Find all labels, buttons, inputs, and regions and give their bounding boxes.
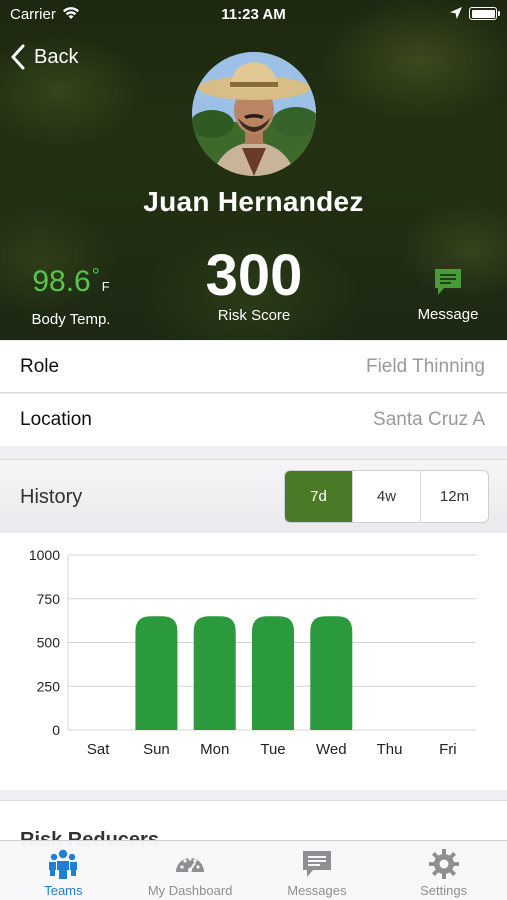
role-row: Role Field Thinning <box>0 341 507 393</box>
x-tick-label: Tue <box>260 741 285 758</box>
history-chart-card: 0 250 500 750 1000 Sat Sun Mon Tue Wed Thu Fri <box>0 533 507 790</box>
y-tick-label: 0 <box>52 722 60 738</box>
tab-label-my-dashboard: My Dashboard <box>147 883 233 898</box>
tab-my-dashboard[interactable]: My Dashboard <box>127 841 254 900</box>
role-label: Role <box>20 355 60 377</box>
risk-score-value: 300 <box>205 243 303 308</box>
tab-messages[interactable]: Messages <box>254 841 381 900</box>
body-temp-value-line: 98.6° F <box>16 262 126 307</box>
teams-icon <box>49 849 78 879</box>
dashboard-icon <box>176 857 205 873</box>
message-label: Message <box>417 306 479 323</box>
body-temp-stat: 98.6° F Body Temp. <box>16 262 126 328</box>
avatar <box>192 52 316 176</box>
range-tab-7d[interactable]: 7d <box>285 471 352 522</box>
x-tick-label: Thu <box>377 741 403 758</box>
x-tick-label: Mon <box>200 741 229 758</box>
location-label: Location <box>20 409 92 430</box>
location-arrow-icon <box>450 7 462 19</box>
tab-settings[interactable]: Settings <box>380 841 507 900</box>
risk-score-label: Risk Score <box>217 307 291 324</box>
avatar-photo <box>192 52 316 176</box>
history-header: History 7d 4w 12m <box>0 459 507 533</box>
x-tick-label: Fri <box>439 741 457 758</box>
range-tab-4w[interactable]: 4w <box>352 471 420 522</box>
messages-icon <box>302 851 331 877</box>
range-tab-12m[interactable]: 12m <box>420 471 488 522</box>
y-tick-label: 1000 <box>29 547 60 563</box>
location-value: Santa Cruz A <box>373 409 485 430</box>
clock: 11:23 AM <box>221 6 286 23</box>
y-tick-label: 250 <box>37 678 61 694</box>
y-tick-label: 500 <box>37 635 61 651</box>
settings-icon <box>428 849 459 879</box>
role-value: Field Thinning <box>365 355 485 377</box>
degree-symbol: ° <box>91 265 100 287</box>
message-button[interactable]: Message <box>400 266 496 323</box>
y-tick-label: 750 <box>37 591 61 607</box>
status-bar: Carrier 11:23 AM <box>0 0 507 28</box>
chevron-left-icon <box>11 44 25 70</box>
body-temp-value: 98.6 <box>32 265 91 298</box>
body-temp-unit: F <box>101 279 110 294</box>
bar <box>193 616 236 730</box>
bar <box>310 616 353 730</box>
bar <box>135 616 178 730</box>
history-title: History <box>20 486 83 508</box>
x-tick-label: Sun <box>143 741 170 758</box>
location-row: Location Santa Cruz A <box>0 394 507 446</box>
history-bar-chart: 0 250 500 750 1000 Sat Sun Mon Tue Wed Thu Fri <box>29 547 476 758</box>
tab-label-messages: Messages <box>287 883 347 898</box>
battery-icon <box>469 7 500 20</box>
back-label: Back <box>34 45 79 68</box>
x-tick-label: Sat <box>87 741 110 758</box>
message-bubble-icon <box>435 269 461 295</box>
tab-label-teams: Teams <box>44 883 83 898</box>
risk-score-stat: 300 Risk Score <box>184 243 324 325</box>
body-temp-label: Body Temp. <box>31 311 111 328</box>
range-segmented-control: 7d 4w 12m <box>284 470 489 523</box>
back-button[interactable]: Back <box>10 42 78 72</box>
tab-label-settings: Settings <box>420 883 468 898</box>
tab-teams[interactable]: Teams <box>0 841 127 900</box>
tab-bar: Teams My Dashboard Messages Settings <box>0 840 507 900</box>
profile-name: Juan Hernandez <box>143 186 364 217</box>
x-tick-label: Wed <box>316 741 347 758</box>
bar <box>252 616 294 730</box>
